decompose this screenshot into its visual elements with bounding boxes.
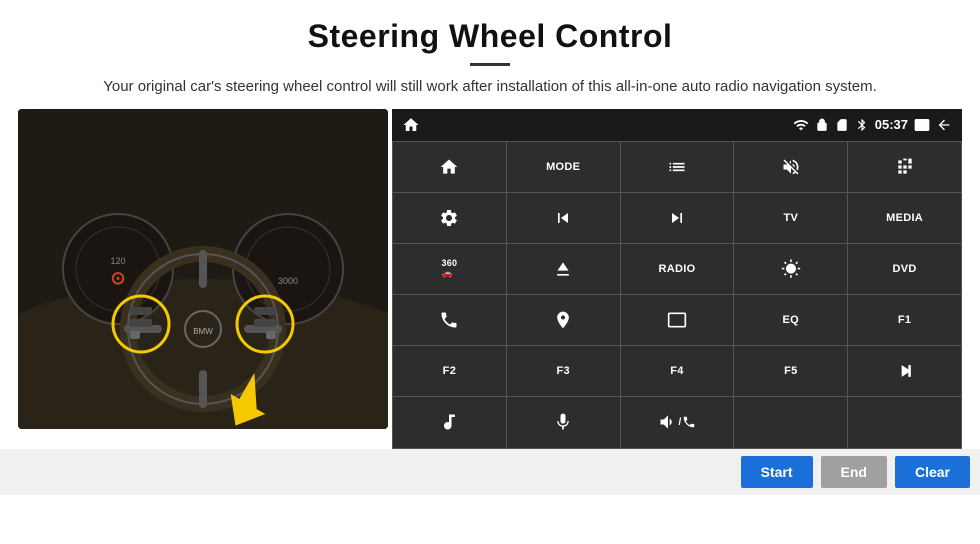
sim-icon bbox=[835, 118, 849, 132]
eject-btn-icon bbox=[553, 259, 573, 279]
playpause-btn[interactable] bbox=[848, 346, 961, 396]
music-btn[interactable] bbox=[393, 397, 506, 447]
prev-btn-icon bbox=[553, 208, 573, 228]
bluetooth-icon bbox=[855, 118, 869, 132]
phone-btn[interactable] bbox=[393, 295, 506, 345]
media-btn[interactable]: MEDIA bbox=[848, 193, 961, 243]
dvd-btn[interactable]: DVD bbox=[848, 244, 961, 294]
mute-btn-icon bbox=[781, 157, 801, 177]
start-button[interactable]: Start bbox=[741, 456, 813, 488]
home-btn[interactable] bbox=[393, 142, 506, 192]
nav-btn[interactable] bbox=[507, 295, 620, 345]
svg-text:3000: 3000 bbox=[278, 276, 298, 286]
settings-btn-icon bbox=[439, 208, 459, 228]
empty-btn-2 bbox=[848, 397, 961, 447]
f1-btn[interactable]: F1 bbox=[848, 295, 961, 345]
main-content: ⊙ 120 3000 BMW bbox=[0, 109, 980, 449]
f3-btn[interactable]: F3 bbox=[507, 346, 620, 396]
display-btn[interactable] bbox=[621, 295, 734, 345]
volume-phone-btn[interactable]: / bbox=[621, 397, 734, 447]
prev-btn[interactable] bbox=[507, 193, 620, 243]
status-bar-left bbox=[402, 116, 420, 134]
car-image-section: ⊙ 120 3000 BMW bbox=[18, 109, 388, 429]
brightness-btn-icon bbox=[781, 259, 801, 279]
list-btn[interactable] bbox=[621, 142, 734, 192]
music-btn-icon bbox=[439, 412, 459, 432]
status-time: 05:37 bbox=[875, 117, 908, 132]
page-header: Steering Wheel Control Your original car… bbox=[0, 0, 980, 109]
home-btn-icon bbox=[439, 157, 459, 177]
clear-button[interactable]: Clear bbox=[895, 456, 970, 488]
mic-btn-icon bbox=[553, 412, 573, 432]
car-image-bg: ⊙ 120 3000 BMW bbox=[18, 109, 388, 429]
svg-text:BMW: BMW bbox=[193, 327, 213, 336]
phone-btn-icon bbox=[439, 310, 459, 330]
volume-phone-btn-icon bbox=[658, 412, 678, 432]
mode-btn[interactable]: MODE bbox=[507, 142, 620, 192]
wifi-icon bbox=[793, 117, 809, 133]
playpause-btn-icon bbox=[895, 361, 915, 381]
settings-btn[interactable] bbox=[393, 193, 506, 243]
brightness-btn[interactable] bbox=[734, 244, 847, 294]
lock-icon bbox=[815, 118, 829, 132]
empty-btn-1 bbox=[734, 397, 847, 447]
svg-text:⊙: ⊙ bbox=[110, 268, 125, 288]
status-bar: 05:37 bbox=[392, 109, 962, 141]
360-btn[interactable]: 360🚗 bbox=[393, 244, 506, 294]
home-status-icon bbox=[402, 116, 420, 134]
mic-btn[interactable] bbox=[507, 397, 620, 447]
apps-btn[interactable] bbox=[848, 142, 961, 192]
title-divider bbox=[470, 63, 510, 66]
apps-btn-icon bbox=[895, 157, 915, 177]
page-title: Steering Wheel Control bbox=[40, 18, 940, 55]
list-btn-icon bbox=[667, 157, 687, 177]
screen-icon bbox=[914, 117, 930, 133]
next-btn-icon bbox=[667, 208, 687, 228]
end-button[interactable]: End bbox=[821, 456, 887, 488]
360-label: 360🚗 bbox=[441, 258, 457, 279]
status-bar-right: 05:37 bbox=[793, 117, 952, 133]
bottom-bar: Start End Clear bbox=[0, 449, 980, 495]
svg-text:120: 120 bbox=[110, 256, 125, 266]
eq-btn[interactable]: EQ bbox=[734, 295, 847, 345]
f4-btn[interactable]: F4 bbox=[621, 346, 734, 396]
next-btn[interactable] bbox=[621, 193, 734, 243]
button-grid: MODE TV ME bbox=[392, 141, 962, 449]
page-description: Your original car's steering wheel contr… bbox=[40, 76, 940, 99]
tv-btn[interactable]: TV bbox=[734, 193, 847, 243]
f2-btn[interactable]: F2 bbox=[393, 346, 506, 396]
mute-btn[interactable] bbox=[734, 142, 847, 192]
display-btn-icon bbox=[667, 310, 687, 330]
eject-btn[interactable] bbox=[507, 244, 620, 294]
head-unit-panel: 05:37 MODE bbox=[392, 109, 962, 449]
back-icon bbox=[936, 117, 952, 133]
phone-small-icon bbox=[682, 415, 696, 429]
radio-btn[interactable]: RADIO bbox=[621, 244, 734, 294]
f5-btn[interactable]: F5 bbox=[734, 346, 847, 396]
nav-btn-icon bbox=[553, 310, 573, 330]
